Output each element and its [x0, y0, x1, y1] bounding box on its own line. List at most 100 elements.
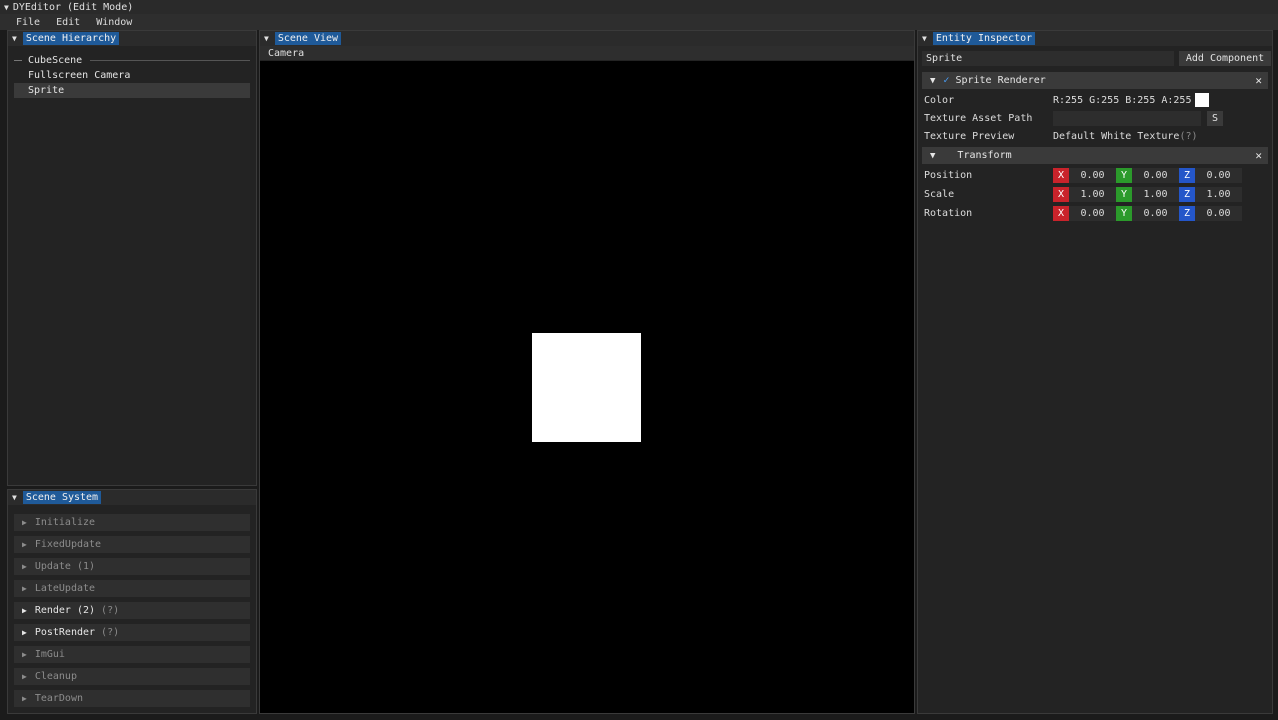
texture-path-row: Texture Asset Path S [918, 109, 1272, 127]
texture-path-input[interactable] [1053, 110, 1201, 126]
system-row-cleanup[interactable]: ▶ Cleanup [14, 668, 250, 685]
color-label: Color [924, 94, 955, 106]
tree-root-scene[interactable]: CubeScene [8, 52, 256, 68]
tree-item-sprite[interactable]: Sprite [14, 83, 250, 98]
collapse-triangle-icon[interactable]: ▼ [930, 76, 935, 86]
position-x-field[interactable]: 0.00 [1069, 167, 1116, 183]
panel-title: Scene View [274, 32, 342, 45]
system-row-label: ImGui [34, 649, 65, 660]
expand-arrow-icon: ▶ [22, 606, 27, 615]
system-row-imgui[interactable]: ▶ ImGui [14, 646, 250, 663]
system-row-label: PostRender [34, 627, 96, 638]
sprite-renderer-header[interactable]: ▼ ✓ Sprite Renderer ✕ [922, 72, 1268, 89]
add-component-label: Add Component [1185, 53, 1265, 64]
rotation-z-field[interactable]: 0.00 [1195, 205, 1242, 221]
rotation-y-field[interactable]: 0.00 [1132, 205, 1179, 221]
x-axis-badge: X [1053, 205, 1069, 221]
system-row-lateupdate[interactable]: ▶ LateUpdate [14, 580, 250, 597]
camera-tab-label: Camera [268, 47, 305, 59]
system-row-label: Render (2) [34, 605, 96, 616]
system-row-update[interactable]: ▶ Update (1) [14, 558, 250, 575]
system-row-label: Cleanup [34, 671, 77, 682]
position-z-field[interactable]: 0.00 [1195, 167, 1242, 183]
scale-y-field[interactable]: 1.00 [1132, 186, 1179, 202]
camera-tab[interactable]: Camera [260, 46, 914, 60]
texture-path-button-label: S [1211, 112, 1219, 124]
texture-path-select-button[interactable]: S [1207, 110, 1223, 126]
color-value[interactable]: R:255 G:255 B:255 A:255 [1053, 95, 1191, 106]
scene-system-panel: ▼ Scene System ▶ Initialize ▶ FixedUpdat… [7, 489, 257, 714]
scene-hierarchy-title-bar[interactable]: ▼ Scene Hierarchy [8, 31, 256, 46]
collapse-triangle-icon[interactable]: ▼ [12, 34, 17, 43]
texture-preview-label: Texture Preview [924, 130, 1015, 142]
menu-file[interactable]: File [8, 17, 48, 28]
collapse-triangle-icon[interactable]: ▼ [4, 3, 9, 12]
menu-bar: File Edit Window [0, 14, 1278, 30]
tree-root-label: CubeScene [28, 54, 83, 66]
expand-arrow-icon: ▶ [22, 518, 27, 527]
expand-arrow-icon: ▶ [22, 672, 27, 681]
expand-arrow-icon: ▶ [22, 562, 27, 571]
window-title: DYEditor (Edit Mode) [12, 1, 134, 13]
window-title-bar[interactable]: ▼ DYEditor (Edit Mode) [0, 0, 1278, 14]
scene-viewport[interactable] [260, 61, 914, 713]
menu-edit[interactable]: Edit [48, 17, 88, 28]
system-row-teardown[interactable]: ▶ TearDown [14, 690, 250, 707]
panel-title: Scene System [22, 491, 102, 504]
entity-inspector-title-bar[interactable]: ▼ Entity Inspector [918, 31, 1272, 46]
system-row-label: LateUpdate [34, 583, 96, 594]
rotation-row: Rotation X 0.00 Y 0.00 Z 0.00 [918, 204, 1272, 222]
z-axis-badge: Z [1179, 186, 1195, 202]
enabled-checkmark-icon[interactable]: ✓ [943, 75, 949, 86]
y-axis-badge: Y [1116, 186, 1132, 202]
expand-arrow-icon: ▶ [22, 540, 27, 549]
help-hint[interactable]: (?) [101, 627, 119, 638]
add-component-button[interactable]: Add Component [1179, 51, 1271, 66]
collapse-triangle-icon[interactable]: ▼ [264, 34, 269, 43]
system-row-label: Initialize [34, 517, 96, 528]
system-row-render[interactable]: ▶ Render (2) (?) [14, 602, 250, 619]
system-row-label: TearDown [34, 693, 83, 704]
scene-system-title-bar[interactable]: ▼ Scene System [8, 490, 256, 505]
tree-item-fullscreen-camera[interactable]: Fullscreen Camera [8, 68, 256, 83]
scene-view-panel: ▼ Scene View Camera [259, 30, 915, 714]
position-label: Position [924, 169, 973, 181]
transform-header[interactable]: ▼ Transform ✕ [922, 147, 1268, 164]
texture-path-label: Texture Asset Path [924, 112, 1033, 124]
menu-window[interactable]: Window [88, 17, 140, 28]
position-y-field[interactable]: 0.00 [1132, 167, 1179, 183]
scale-z-field[interactable]: 1.00 [1195, 186, 1242, 202]
texture-preview-row: Texture Preview Default White Texture (?… [918, 127, 1272, 145]
collapse-triangle-icon[interactable]: ▼ [12, 493, 17, 502]
panel-title: Scene Hierarchy [22, 32, 120, 45]
sprite-white-square[interactable] [532, 333, 641, 442]
position-row: Position X 0.00 Y 0.00 Z 0.00 [918, 166, 1272, 184]
system-row-postrender[interactable]: ▶ PostRender (?) [14, 624, 250, 641]
expand-arrow-icon: ▶ [22, 650, 27, 659]
z-axis-badge: Z [1179, 205, 1195, 221]
scale-label: Scale [924, 188, 955, 200]
x-axis-badge: X [1053, 167, 1069, 183]
rotation-x-field[interactable]: 0.00 [1069, 205, 1116, 221]
help-hint[interactable]: (?) [1179, 131, 1197, 142]
system-row-fixedupdate[interactable]: ▶ FixedUpdate [14, 536, 250, 553]
scene-view-title-bar[interactable]: ▼ Scene View [260, 31, 914, 46]
close-icon[interactable]: ✕ [1255, 149, 1262, 162]
x-axis-badge: X [1053, 186, 1069, 202]
z-axis-badge: Z [1179, 167, 1195, 183]
system-row-initialize[interactable]: ▶ Initialize [14, 514, 250, 531]
collapse-triangle-icon[interactable]: ▼ [922, 34, 927, 43]
expand-arrow-icon: ▶ [22, 628, 27, 637]
help-hint[interactable]: (?) [101, 605, 119, 616]
color-swatch[interactable] [1195, 93, 1210, 107]
texture-preview-value: Default White Texture [1053, 130, 1180, 142]
close-icon[interactable]: ✕ [1255, 74, 1262, 87]
expand-arrow-icon: ▶ [22, 694, 27, 703]
tree-item-label: Fullscreen Camera [28, 70, 131, 81]
y-axis-badge: Y [1116, 205, 1132, 221]
scale-x-field[interactable]: 1.00 [1069, 186, 1116, 202]
entity-name-input[interactable]: Sprite [922, 51, 1174, 66]
scene-hierarchy-panel: ▼ Scene Hierarchy CubeScene Fullscreen C… [7, 30, 257, 486]
component-title: Sprite Renderer [955, 75, 1046, 86]
collapse-triangle-icon[interactable]: ▼ [930, 151, 935, 161]
